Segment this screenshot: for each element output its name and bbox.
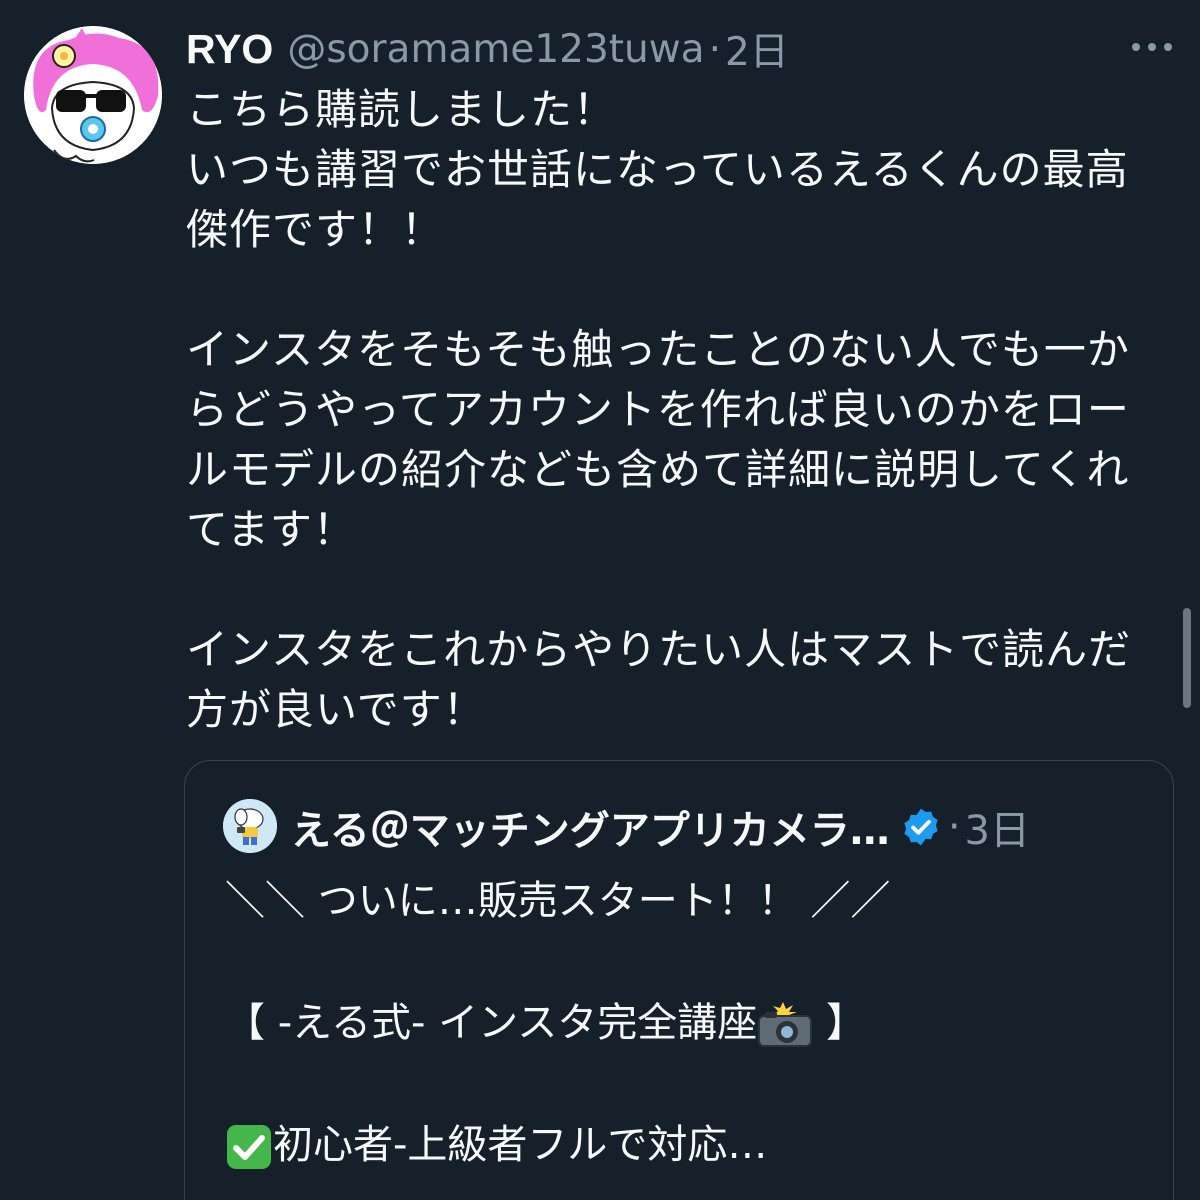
author-display-name[interactable]: RYO [186,26,273,73]
quote-timestamp[interactable]: 3日 [965,798,1030,856]
verified-badge-icon [904,808,938,846]
quote-header-separator: · [947,804,961,850]
quoted-tweet-card[interactable]: える＠マッチングアプリカメラ… · 3日 ＼＼ ついに…販売スタート！！ ／／ … [184,760,1174,1200]
quote-line-text: 】 [813,1000,867,1046]
tweet-line: いつも講習でお世話になっているえるくんの最高 [186,145,1129,194]
tweet-header: RYO @soramame123tuwa · 2日 [186,22,789,76]
more-horizontal-icon [1132,43,1172,51]
tweet-line: 方が良いです！ [186,685,486,734]
quote-line: ＼＼ ついに…販売スタート！！ ／／ [225,878,891,924]
tweet-line: インスタをそもそも触ったことのない人でも一か [186,325,1130,374]
quote-line-text: 初心者-上級者フルで対応… [273,1122,768,1168]
tweet-line: 傑作です！！ [186,205,445,254]
camera-flash-icon [758,1002,813,1047]
quote-line: 【 -える式- インスタ完全講座 】 [225,993,1155,1054]
author-handle[interactable]: @soramame123tuwa [287,27,704,72]
quote-body: ＼＼ ついに…販売スタート！！ ／／ 【 -える式- インスタ完全講座 】 初心… [225,871,1155,1176]
quote-author-name[interactable]: える＠マッチングアプリカメラ… [291,798,890,856]
tweet-line: インスタをこれからやりたい人はマストで読んだ [186,625,1132,674]
tweet-line: ルモデルの紹介なども含めて詳細に説明してくれ [186,445,1130,494]
header-separator: · [708,26,721,72]
tweet-body: こちら購読しました！ いつも講習でお世話になっているえるくんの最高 傑作です！！… [186,80,1161,740]
author-avatar[interactable] [24,26,162,164]
quote-line-text: 【 -える式- インスタ完全講座 [225,1000,758,1046]
quote-avatar-illustration-icon [223,799,277,853]
tweet-line: てます！ [186,505,356,554]
quote-line: 初心者-上級者フルで対応… [225,1115,1155,1176]
tweet-timestamp[interactable]: 2日 [725,21,789,77]
quote-header: える＠マッチングアプリカメラ… · 3日 [291,799,1030,855]
more-options-button[interactable] [1128,34,1176,60]
quote-author-avatar[interactable] [223,799,277,853]
scrollbar-thumb[interactable] [1183,608,1191,708]
avatar-illustration-icon [24,26,162,164]
tweet-line: らどうやってアカウントを作れば良いのかをロー [186,385,1130,434]
check-mark-button-icon [227,1125,271,1169]
tweet-line: こちら購読しました！ [186,85,617,134]
